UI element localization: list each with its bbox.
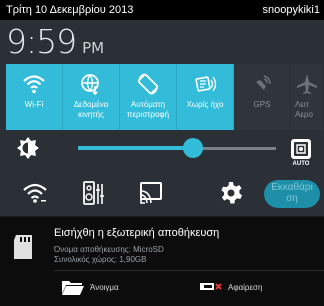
wifi-icon bbox=[23, 75, 45, 94]
tile-airplane-mode[interactable]: Λειτ Αερο bbox=[291, 64, 324, 130]
remove-button[interactable]: Αφαίρεση bbox=[200, 275, 262, 299]
clock-time: 9:59 bbox=[6, 22, 77, 61]
clock: 9:59 PM bbox=[6, 22, 104, 62]
clear-all-button[interactable]: Εκκαθάρι ση bbox=[264, 180, 320, 208]
status-bar: Τρίτη 10 Δεκεμβρίου 2013 snoopykiki1 bbox=[0, 0, 324, 20]
notification-title: Εισήχθη η εξωτερική αποθήκευση bbox=[54, 227, 220, 239]
settings-gear-icon[interactable] bbox=[218, 180, 244, 206]
quick-actions-row: Εκκαθάρι ση bbox=[0, 176, 324, 212]
brightness-icon bbox=[17, 137, 39, 159]
auto-brightness-icon[interactable] bbox=[289, 138, 313, 160]
clock-ampm: PM bbox=[82, 39, 105, 57]
silent-icon bbox=[195, 76, 217, 92]
open-button[interactable]: Άνοιγμα bbox=[62, 275, 119, 299]
wifi-settings-icon[interactable] bbox=[22, 180, 48, 206]
tile-label: Λειτ Αερο bbox=[295, 100, 313, 119]
tile-silent[interactable]: Χωρίς ήχο bbox=[177, 64, 234, 130]
tile-wifi[interactable]: Wi-Fi bbox=[6, 64, 63, 130]
airplane-icon bbox=[297, 74, 317, 94]
gps-icon bbox=[256, 75, 271, 90]
toggle-tiles: Wi-Fi Δεδομένα κινητής Αυτόματη περιστρο… bbox=[6, 64, 324, 130]
notification-divider bbox=[54, 270, 324, 271]
remove-label: Αφαίρεση bbox=[228, 282, 263, 292]
tile-label: GPS bbox=[253, 100, 271, 109]
status-date: Τρίτη 10 Δεκεμβρίου 2013 bbox=[6, 4, 134, 16]
tile-label: Wi-Fi bbox=[24, 100, 44, 109]
auto-rotate-icon bbox=[137, 73, 159, 95]
brightness-slider-thumb[interactable] bbox=[182, 138, 203, 158]
mobile-data-icon bbox=[81, 74, 99, 96]
sound-settings-icon[interactable] bbox=[80, 180, 106, 206]
storage-name: Όνομα αποθήκευσης: MicroSD bbox=[54, 245, 164, 254]
status-user: snoopykiki1 bbox=[262, 4, 320, 16]
tile-label: Χωρίς ήχο bbox=[186, 100, 224, 109]
tile-gps[interactable]: GPS bbox=[234, 64, 291, 130]
total-space: Συνολικός χώρος: 1,90GB bbox=[54, 255, 147, 264]
brightness-slider-fill bbox=[78, 146, 193, 150]
auto-brightness-label: AUTO bbox=[292, 161, 310, 167]
tile-auto-rotate[interactable]: Αυτόματη περιστροφή bbox=[120, 64, 177, 130]
tile-label: Δεδομένα κινητής bbox=[73, 100, 109, 119]
open-label: Άνοιγμα bbox=[90, 282, 119, 292]
eject-icon bbox=[200, 283, 222, 290]
screen-cast-icon[interactable] bbox=[138, 180, 164, 206]
sd-card-icon bbox=[14, 235, 32, 259]
storage-notification[interactable]: Εισήχθη η εξωτερική αποθήκευση Όνομα απο… bbox=[0, 216, 324, 306]
tile-mobile-data[interactable]: Δεδομένα κινητής bbox=[63, 64, 120, 130]
brightness-row: AUTO bbox=[0, 134, 324, 167]
tile-label: Αυτόματη περιστροφή bbox=[126, 100, 170, 119]
folder-icon bbox=[62, 281, 84, 295]
